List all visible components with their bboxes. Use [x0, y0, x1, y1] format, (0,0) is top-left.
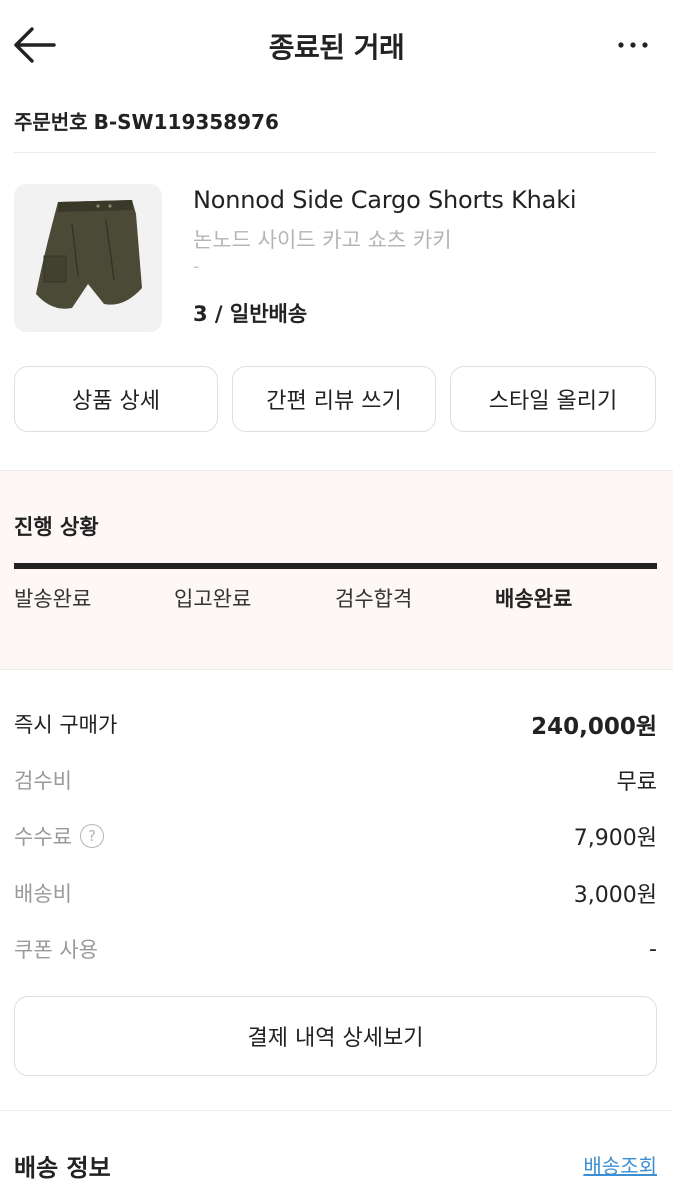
product-name-english[interactable]: Nonnod Side Cargo Shorts Khaki [193, 186, 577, 214]
progress-section: 진행 상황 발송완료 입고완료 검수합격 배송완료 [0, 470, 673, 670]
purchase-price-label: 즉시 구매가 [14, 713, 118, 737]
coupon-label: 쿠폰 사용 [14, 938, 98, 962]
purchase-price-row: 즉시 구매가 240,000원 [14, 706, 657, 742]
commission-value: 7,900원 [573, 826, 657, 851]
order-number-label: 주문번호 [14, 110, 88, 134]
tracking-link[interactable]: 배송조회 [583, 1150, 657, 1179]
progress-bar [14, 563, 657, 569]
product-image[interactable] [14, 184, 162, 332]
divider [0, 1110, 673, 1111]
order-number-value: B-SW119358976 [93, 110, 279, 134]
commission-label-group: 수수료 ? [14, 821, 104, 851]
quick-review-button[interactable]: 간편 리뷰 쓰기 [232, 366, 436, 432]
shipping-fee-value: 3,000원 [573, 883, 657, 908]
coupon-row: 쿠폰 사용 - [14, 931, 657, 967]
divider [14, 152, 657, 153]
inspection-fee-row: 검수비 무료 [14, 762, 657, 798]
product-option: 3 / 일반배송 [193, 302, 308, 326]
progress-title: 진행 상황 [14, 515, 99, 539]
product-name-korean: 논노드 사이드 카고 쇼츠 카키 [193, 228, 452, 252]
product-detail-button[interactable]: 상품 상세 [14, 366, 218, 432]
commission-row: 수수료 ? 7,900원 [14, 818, 657, 854]
shipping-info-title: 배송 정보 [14, 1154, 111, 1182]
page-title: 종료된 거래 [268, 31, 405, 64]
shipping-fee-row: 배송비 3,000원 [14, 875, 657, 911]
more-options-icon[interactable] [613, 30, 653, 60]
inspection-fee-label: 검수비 [14, 769, 72, 793]
step-shipped: 발송완료 [14, 587, 92, 611]
step-warehoused: 입고완료 [174, 587, 252, 611]
coupon-value: - [649, 936, 657, 962]
purchase-price-value: 240,000원 [531, 714, 657, 740]
step-inspection-passed: 검수합격 [335, 587, 413, 611]
post-style-button[interactable]: 스타일 올리기 [450, 366, 656, 432]
commission-label: 수수료 [14, 825, 72, 849]
shipping-fee-label: 배송비 [14, 882, 72, 906]
inspection-fee-value: 무료 [616, 770, 657, 795]
help-icon[interactable]: ? [79, 824, 104, 848]
order-number: 주문번호 B-SW119358976 [14, 106, 285, 135]
product-extra: - [193, 256, 200, 277]
step-delivered: 배송완료 [495, 587, 573, 611]
payment-details-button[interactable]: 결제 내역 상세보기 [14, 996, 657, 1076]
top-app-bar: 종료된 거래 [0, 0, 673, 92]
